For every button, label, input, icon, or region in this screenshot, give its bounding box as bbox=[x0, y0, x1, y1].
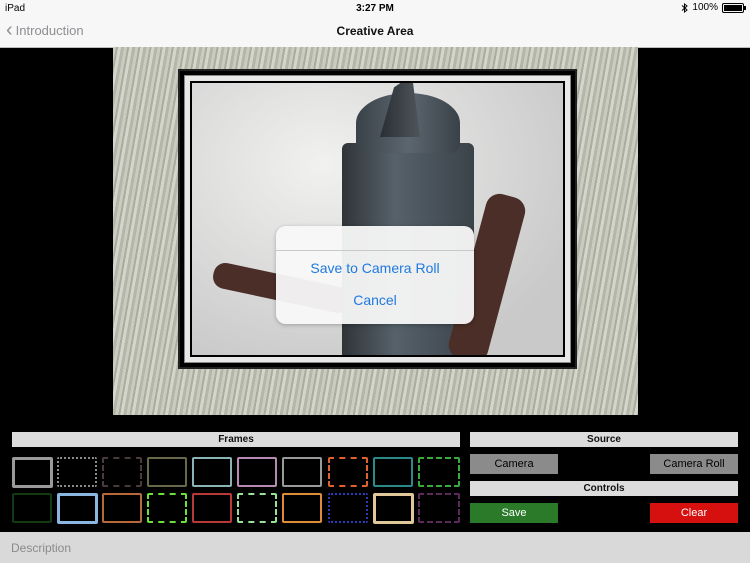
frame-swatch-red[interactable] bbox=[192, 493, 232, 523]
status-time: 3:27 PM bbox=[356, 3, 394, 14]
status-bar: iPad 3:27 PM 100% bbox=[0, 0, 750, 16]
frame-swatch-light-blue[interactable] bbox=[57, 493, 98, 524]
camera-button[interactable]: Camera bbox=[470, 454, 558, 474]
picture-frame bbox=[178, 69, 577, 369]
frame-swatch-green-dashed[interactable] bbox=[418, 457, 460, 487]
frame-swatch-lime[interactable] bbox=[147, 493, 187, 523]
camera-roll-button[interactable]: Camera Roll bbox=[650, 454, 738, 474]
frame-swatch-olive[interactable] bbox=[147, 457, 187, 487]
cancel-button[interactable]: Cancel bbox=[276, 290, 474, 310]
frames-header: Frames bbox=[12, 432, 460, 447]
frame-swatch-gray[interactable] bbox=[12, 457, 53, 488]
frame-swatch-silver[interactable] bbox=[282, 457, 322, 487]
battery-icon bbox=[722, 2, 746, 13]
frame-swatch-orange[interactable] bbox=[102, 493, 142, 523]
battery-percent: 100% bbox=[692, 2, 718, 13]
frame-swatch-blue-dotted[interactable] bbox=[328, 493, 368, 523]
save-to-camera-roll-button[interactable]: Save to Camera Roll bbox=[276, 258, 474, 278]
clear-button[interactable]: Clear bbox=[650, 503, 738, 523]
action-sheet: Save to Camera Roll Cancel bbox=[276, 226, 474, 324]
frame-swatch-dark-dashed[interactable] bbox=[102, 457, 142, 487]
frame-swatch-purple[interactable] bbox=[418, 493, 460, 523]
description-bar bbox=[0, 532, 750, 563]
bluetooth-icon bbox=[682, 2, 689, 13]
controls-header: Controls bbox=[470, 481, 738, 496]
save-button[interactable]: Save bbox=[470, 503, 558, 523]
frame-swatch-teal[interactable] bbox=[373, 457, 413, 487]
frame-swatch-pink[interactable] bbox=[237, 457, 277, 487]
frame-swatch-tan[interactable] bbox=[373, 493, 414, 524]
dialog-separator bbox=[276, 250, 474, 251]
frame-swatch-dark-green[interactable] bbox=[12, 493, 52, 523]
source-header: Source bbox=[470, 432, 738, 447]
page-title: Creative Area bbox=[336, 24, 414, 38]
status-right: 100% bbox=[681, 2, 746, 13]
frame-swatch-amber[interactable] bbox=[282, 493, 322, 523]
description-input[interactable] bbox=[0, 532, 750, 563]
navigation-bar: ‹ Introduction Creative Area bbox=[0, 16, 750, 48]
frame-swatch-cyan[interactable] bbox=[192, 457, 232, 487]
frame-swatch-multicolor[interactable] bbox=[328, 457, 368, 487]
frame-swatches bbox=[12, 457, 460, 527]
frame-swatch-mint[interactable] bbox=[237, 493, 277, 523]
frame-swatch-dotted[interactable] bbox=[57, 457, 97, 487]
